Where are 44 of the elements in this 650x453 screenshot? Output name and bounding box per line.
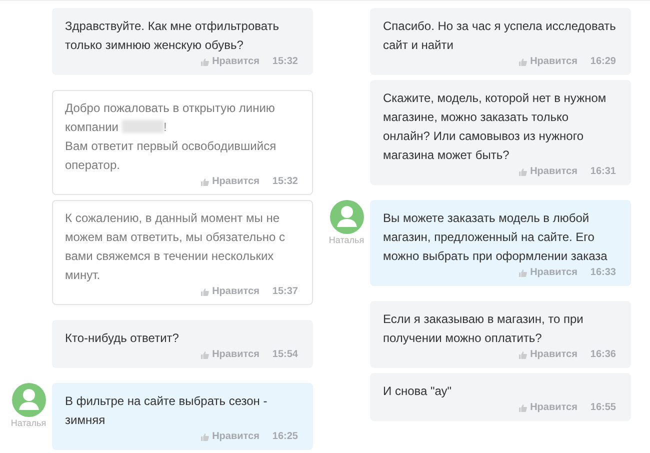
- like-link[interactable]: Нравится: [201, 348, 260, 362]
- message-time: 15:37: [272, 285, 298, 299]
- like-link[interactable]: Нравится: [519, 401, 578, 415]
- message-text: И снова "ау": [383, 383, 453, 400]
- author-name: Наталья: [328, 235, 364, 245]
- message-text: Скажите, модель, которой нет в нужном магазине, можно заказать только онлайн? Или самовывоз из нужного магазина может быть?: [383, 90, 608, 164]
- message-time: 16:31: [590, 165, 616, 179]
- thumbs-up-icon: [201, 58, 210, 66]
- thumbs-up-icon: [519, 404, 528, 412]
- like-link[interactable]: Нравится: [201, 55, 260, 69]
- like-link[interactable]: Нравится: [519, 55, 578, 69]
- author-name: Наталья: [10, 418, 46, 428]
- like-link[interactable]: Нравится: [201, 430, 260, 444]
- thumbs-up-icon: [201, 178, 210, 186]
- message-text: Кто-нибудь ответит?: [65, 330, 180, 347]
- message-time: 16:55: [590, 401, 616, 415]
- message-text: Если я заказываю в магазин, то при получении можно оплатить?: [383, 311, 584, 347]
- like-link[interactable]: Нравится: [519, 266, 578, 280]
- thumbs-up-icon: [519, 58, 528, 66]
- thumbs-up-icon: [519, 269, 528, 277]
- message-time: 15:32: [272, 175, 298, 189]
- message-text: К сожалению, в данный момент мы не можем вам ответить, мы обязательно с вами свяжемся в течении нескольких минут.: [65, 210, 286, 284]
- avatar-icon: [330, 200, 364, 234]
- message-time: 16:25: [272, 430, 298, 444]
- like-link[interactable]: Нравится: [201, 285, 260, 299]
- message-text: Добро пожаловать в открытую линию компании ! Вам ответит первый освободившийся оператор.: [65, 100, 278, 174]
- message-text: Спасибо. Но за час я успела исследовать сайт и найти: [383, 18, 616, 54]
- message-time: 16:33: [590, 266, 616, 280]
- message-text: Вы можете заказать модель в любой магазин, предложенный на сайте. Его можно выбрать при оформлении заказа: [383, 210, 608, 265]
- thumbs-up-icon: [519, 351, 528, 359]
- thumbs-up-icon: [201, 288, 210, 296]
- message-time: 16:36: [590, 348, 616, 362]
- avatar-icon: [12, 383, 46, 417]
- thumbs-up-icon: [519, 168, 528, 176]
- message-text: В фильтре на сайте выбрать сезон - зимняя: [65, 393, 268, 429]
- like-link[interactable]: Нравится: [519, 348, 578, 362]
- like-link[interactable]: Нравится: [201, 175, 260, 189]
- message-time: 15:54: [272, 348, 298, 362]
- thumbs-up-icon: [201, 351, 210, 359]
- like-link[interactable]: Нравится: [519, 165, 578, 179]
- message-text: Здравствуйте. Как мне отфильтровать только зимнюю женскую обувь?: [65, 18, 280, 54]
- message-time: 15:32: [272, 55, 298, 69]
- message-time: 16:29: [590, 55, 616, 69]
- thumbs-up-icon: [201, 433, 210, 441]
